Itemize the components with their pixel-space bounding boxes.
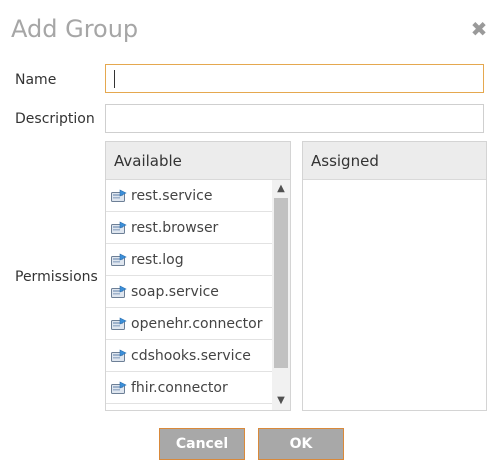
scroll-up-icon[interactable]: ▲ bbox=[272, 181, 290, 197]
permission-icon bbox=[111, 253, 127, 267]
available-header: Available bbox=[106, 142, 290, 180]
description-label: Description bbox=[15, 111, 95, 127]
permission-label: rest.log bbox=[131, 251, 184, 268]
assigned-header: Assigned bbox=[303, 142, 486, 180]
permission-label: rest.browser bbox=[131, 219, 219, 236]
permissions-label: Permissions bbox=[15, 269, 98, 285]
name-input[interactable] bbox=[105, 64, 484, 93]
assigned-permissions-panel[interactable]: Assigned bbox=[302, 141, 487, 411]
available-permissions-list: rest.service rest.browser rest.log soap.ser… bbox=[106, 180, 272, 410]
permission-icon bbox=[111, 221, 127, 235]
cancel-button[interactable]: Cancel bbox=[159, 428, 245, 460]
permission-list-item[interactable]: cdshooks.service bbox=[106, 340, 272, 372]
permission-icon bbox=[111, 317, 127, 331]
dialog-title: Add Group bbox=[11, 15, 139, 43]
permission-icon bbox=[111, 381, 127, 395]
permission-list-item[interactable]: soap.service bbox=[106, 276, 272, 308]
permission-icon bbox=[111, 349, 127, 363]
text-caret bbox=[114, 70, 115, 88]
description-input[interactable] bbox=[105, 104, 484, 133]
permission-icon bbox=[111, 285, 127, 299]
permission-list-item[interactable]: fhir.connector bbox=[106, 372, 272, 404]
name-label: Name bbox=[15, 72, 57, 88]
permission-label: rest.service bbox=[131, 187, 213, 204]
permission-list-item[interactable]: rest.browser bbox=[106, 212, 272, 244]
scroll-down-icon[interactable]: ▼ bbox=[272, 393, 290, 409]
add-group-dialog: Add Group ✖ Name Description Permissions… bbox=[0, 0, 503, 475]
ok-button[interactable]: OK bbox=[258, 428, 344, 460]
permission-label: soap.service bbox=[131, 283, 219, 300]
permission-list-item[interactable]: rest.service bbox=[106, 180, 272, 212]
permission-label: cdshooks.service bbox=[131, 347, 251, 364]
close-icon[interactable]: ✖ bbox=[470, 19, 488, 39]
scroll-thumb[interactable] bbox=[274, 198, 288, 368]
permission-list-item[interactable]: openehr.connector bbox=[106, 308, 272, 340]
available-permissions-panel: Available rest.service rest.browser rest.l… bbox=[105, 141, 291, 411]
available-scrollbar[interactable]: ▲ ▼ bbox=[272, 180, 290, 410]
assigned-permissions-list[interactable] bbox=[303, 180, 469, 410]
permission-list-item[interactable]: rest.log bbox=[106, 244, 272, 276]
permission-label: fhir.connector bbox=[131, 379, 228, 396]
permission-icon bbox=[111, 189, 127, 203]
permission-label: openehr.connector bbox=[131, 315, 263, 332]
